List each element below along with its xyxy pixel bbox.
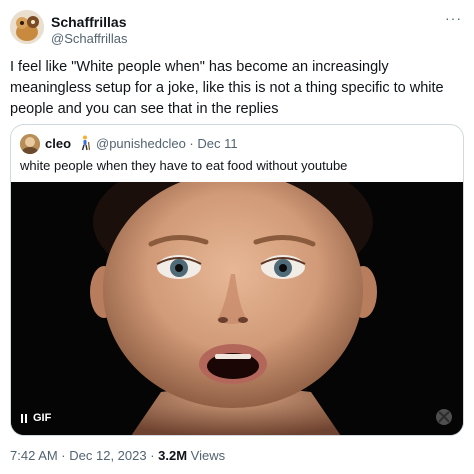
- gif-media[interactable]: GIF: [11, 182, 463, 435]
- quoted-tweet[interactable]: cleo @punishedcleo · Dec 11 white people…: [10, 124, 464, 436]
- quoted-author-name[interactable]: cleo: [45, 136, 71, 151]
- tweet-footer: 7:42 AM · Dec 12, 2023 · 3.2M Views: [10, 448, 225, 463]
- tweet-text: I feel like "White people when" has beco…: [10, 59, 444, 117]
- views-count[interactable]: 3.2M: [158, 448, 187, 463]
- gif-label: GIF: [33, 412, 52, 424]
- gif-badge[interactable]: GIF: [21, 412, 51, 424]
- more-options-icon[interactable]: ···: [445, 10, 462, 26]
- quoted-avatar[interactable]: [20, 134, 40, 154]
- tweet-card: Schaffrillas @Schaffrillas ··· I feel li…: [0, 0, 474, 474]
- timestamp[interactable]: 7:42 AM · Dec 12, 2023 ·: [10, 448, 158, 463]
- author-name[interactable]: Schaffrillas: [51, 14, 126, 30]
- quoted-text: white people when they have to eat food …: [20, 158, 348, 173]
- author-avatar[interactable]: [10, 10, 44, 44]
- xbox-icon: [436, 409, 452, 425]
- author-handle[interactable]: @Schaffrillas: [51, 31, 128, 46]
- pause-icon[interactable]: [21, 413, 27, 423]
- person-walking-with-cane-emoji: [81, 135, 91, 151]
- gif-frame-image: [11, 182, 463, 435]
- views-label: Views: [187, 448, 226, 463]
- quoted-handle-date[interactable]: @punishedcleo · Dec 11: [96, 136, 238, 151]
